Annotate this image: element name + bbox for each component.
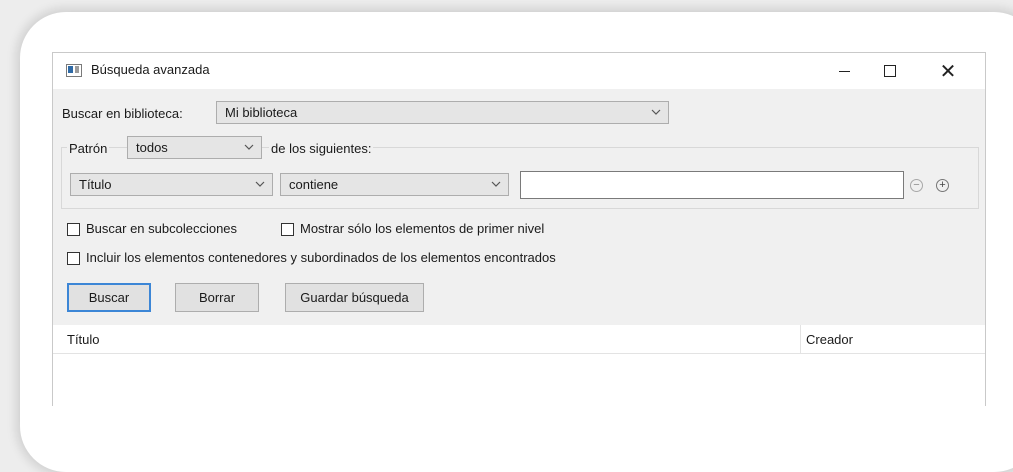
- include-parents-checkbox[interactable]: [67, 252, 80, 265]
- clear-button[interactable]: Borrar: [175, 283, 259, 312]
- library-label: Buscar en biblioteca:: [62, 106, 183, 121]
- minus-icon: −: [913, 179, 920, 191]
- subcollections-checkbox[interactable]: [67, 223, 80, 236]
- condition-field-value: Título: [79, 177, 112, 192]
- results-header: Título Creador: [53, 325, 985, 354]
- plus-icon: +: [939, 179, 946, 191]
- column-header-creator[interactable]: Creador: [806, 332, 853, 347]
- remove-condition-button[interactable]: −: [910, 179, 923, 192]
- include-parents-label: Incluir los elementos contenedores y sub…: [86, 250, 556, 265]
- save-search-button[interactable]: Guardar búsqueda: [285, 283, 424, 312]
- top-level-checkbox[interactable]: [281, 223, 294, 236]
- chevron-down-icon: [243, 139, 255, 155]
- condition-operator-value: contiene: [289, 177, 339, 192]
- pattern-select-value: todos: [136, 140, 168, 155]
- column-header-title[interactable]: Título: [67, 332, 100, 347]
- results-table: Título Creador: [53, 325, 985, 406]
- window-title: Búsqueda avanzada: [91, 62, 210, 77]
- column-divider[interactable]: [800, 325, 801, 353]
- close-icon: ✕: [939, 60, 957, 83]
- chevron-down-icon: [490, 176, 502, 192]
- pattern-select[interactable]: todos: [127, 136, 262, 159]
- save-search-button-label: Guardar búsqueda: [300, 290, 409, 305]
- maximize-icon: [884, 65, 896, 77]
- maximize-button[interactable]: [867, 53, 913, 89]
- add-condition-button[interactable]: +: [936, 179, 949, 192]
- condition-value-input[interactable]: [520, 171, 904, 199]
- subcollections-label: Buscar en subcolecciones: [86, 221, 238, 236]
- minimize-button[interactable]: [821, 53, 867, 89]
- chevron-down-icon: [254, 176, 266, 192]
- title-bar: Búsqueda avanzada ✕: [53, 53, 985, 89]
- pattern-suffix: de los siguientes:: [269, 141, 374, 156]
- condition-operator-select[interactable]: contiene: [280, 173, 509, 196]
- library-select-value: Mi biblioteca: [225, 105, 298, 120]
- condition-field-select[interactable]: Título: [70, 173, 273, 196]
- app-icon: [66, 64, 82, 77]
- pattern-label: Patrón: [67, 141, 110, 156]
- search-button-label: Buscar: [88, 290, 130, 305]
- chevron-down-icon: [650, 104, 662, 120]
- clear-button-label: Borrar: [198, 290, 236, 305]
- search-button[interactable]: Buscar: [67, 283, 151, 312]
- minimize-icon: [838, 70, 850, 72]
- library-select[interactable]: Mi biblioteca: [216, 101, 669, 124]
- close-button[interactable]: ✕: [925, 53, 971, 89]
- top-level-label: Mostrar sólo los elementos de primer niv…: [300, 221, 545, 236]
- advanced-search-window: Búsqueda avanzada ✕ Buscar en biblioteca…: [52, 52, 986, 406]
